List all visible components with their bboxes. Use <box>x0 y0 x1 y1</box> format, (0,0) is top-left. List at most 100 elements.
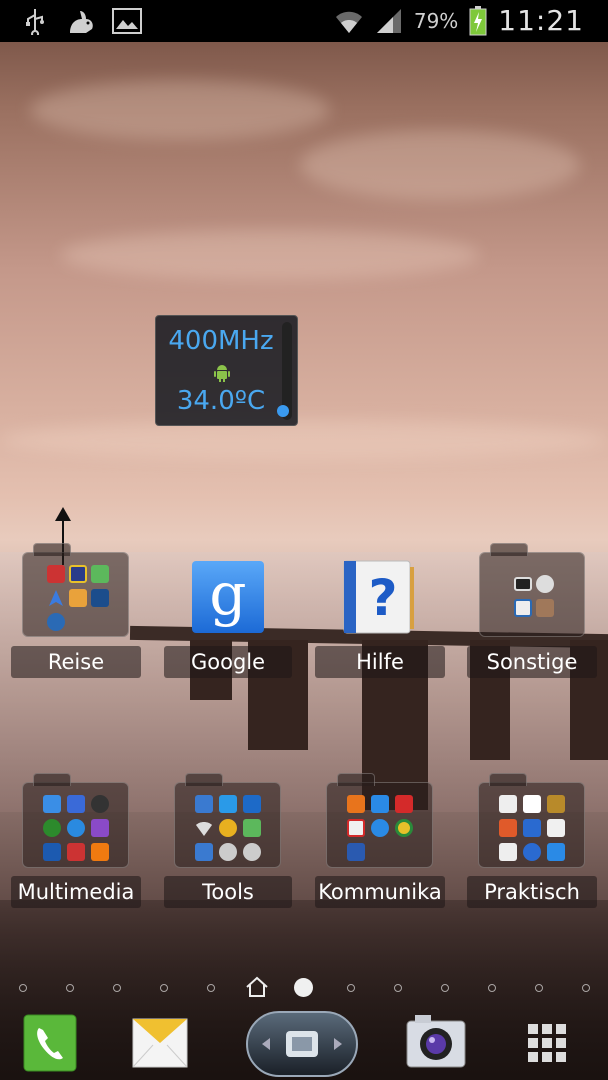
page-dot[interactable] <box>394 984 402 992</box>
app-icon <box>347 795 365 813</box>
battery-percent: 79% <box>413 8 459 33</box>
usb-icon <box>20 6 50 36</box>
phone-icon[interactable] <box>22 1013 78 1073</box>
wallpaper-cloud <box>300 130 580 200</box>
calendar-icon <box>547 819 565 837</box>
app-label-google: Google <box>164 646 292 678</box>
svg-text:?: ? <box>368 569 397 627</box>
debug-rabbit-icon <box>66 6 96 36</box>
earth-icon <box>47 613 65 631</box>
page-dot[interactable] <box>207 984 215 992</box>
app-icon <box>91 795 109 813</box>
page-indicator[interactable] <box>0 976 608 1000</box>
app-icon <box>43 795 61 813</box>
app-icon <box>43 843 61 861</box>
messaging-icon[interactable] <box>131 1013 189 1071</box>
app-icon <box>67 843 85 861</box>
wallpaper-cloud <box>0 420 608 460</box>
wifi-icon <box>195 819 213 837</box>
folder-praktisch[interactable] <box>478 773 585 868</box>
folder-sonstige[interactable] <box>479 543 585 637</box>
wallpaper <box>0 0 608 1080</box>
app-icon <box>523 819 541 837</box>
camera-icon[interactable] <box>405 1011 467 1073</box>
gallery-icon <box>112 6 142 36</box>
dock <box>0 1005 608 1080</box>
app-icon <box>67 819 85 837</box>
battery-charging-icon <box>468 5 488 36</box>
app-icon <box>547 795 565 813</box>
folder-tab <box>33 543 71 556</box>
app-icon <box>243 843 261 861</box>
app-icon <box>219 819 237 837</box>
gmail-icon <box>347 819 365 837</box>
folder-tools[interactable] <box>174 773 281 868</box>
page-dot[interactable] <box>582 984 590 992</box>
page-dot[interactable] <box>66 984 74 992</box>
folder-label-reise: Reise <box>11 646 141 678</box>
cpu-load-indicator <box>277 405 289 417</box>
wallpaper-cloud <box>30 80 330 140</box>
app-drawer-handle-icon[interactable] <box>246 1011 358 1077</box>
app-icon <box>91 843 109 861</box>
app-label-hilfe: Hilfe <box>315 646 445 678</box>
page-dot[interactable] <box>113 984 121 992</box>
app-icon <box>536 599 554 617</box>
folder-tab <box>489 773 527 786</box>
clock: 11:21 <box>498 4 584 37</box>
youtube-icon <box>395 795 413 813</box>
android-icon <box>214 365 230 382</box>
help-icon[interactable]: ? <box>342 559 416 635</box>
cpu-load-bar <box>277 322 292 420</box>
page-dot[interactable] <box>488 984 496 992</box>
app-icon <box>67 795 85 813</box>
voice-search-icon <box>523 843 541 861</box>
app-icon <box>514 599 532 617</box>
cpu-widget[interactable]: 400MHz 34.0ºC <box>155 315 298 426</box>
app-icon <box>195 795 213 813</box>
app-icon <box>536 575 554 593</box>
folder-label-sonstige: Sonstige <box>467 646 597 678</box>
folder-reise[interactable] <box>22 543 129 637</box>
page-dot[interactable] <box>160 984 168 992</box>
app-icon <box>219 795 237 813</box>
app-icon <box>219 843 237 861</box>
google-search-icon[interactable]: g <box>192 561 264 633</box>
app-icon <box>499 843 517 861</box>
app-icon <box>499 795 517 813</box>
page-dot[interactable] <box>535 984 543 992</box>
app-icon <box>547 843 565 861</box>
app-icon <box>69 565 87 583</box>
chrome-icon <box>395 819 413 837</box>
page-dot[interactable] <box>441 984 449 992</box>
play-icon <box>91 819 109 837</box>
places-icon <box>69 589 87 607</box>
wifi-icon <box>334 6 364 36</box>
folder-label-kommunikation: Kommunika <box>315 876 445 908</box>
folder-label-praktisch: Praktisch <box>467 876 597 908</box>
folder-label-tools: Tools <box>164 876 292 908</box>
folder-tab <box>185 773 223 786</box>
page-dot[interactable] <box>19 984 27 992</box>
home-icon[interactable] <box>245 976 269 998</box>
google-g-glyph: g <box>209 560 247 628</box>
app-icon <box>243 795 261 813</box>
navigation-icon <box>47 589 65 607</box>
folder-kommunikation[interactable] <box>326 773 433 868</box>
wallpaper-cloud <box>60 230 480 280</box>
maps-icon <box>91 565 109 583</box>
app-icon <box>47 565 65 583</box>
app-icon <box>499 819 517 837</box>
android-icon <box>243 819 261 837</box>
play-store-icon <box>523 795 541 813</box>
folder-label-multimedia: Multimedia <box>11 876 141 908</box>
apps-grid-icon[interactable] <box>527 1023 567 1063</box>
app-icon <box>514 577 532 591</box>
folder-multimedia[interactable] <box>22 773 129 868</box>
dropbox-icon <box>371 795 389 813</box>
cpu-frequency: 400MHz <box>168 326 274 356</box>
status-bar: 79% 11:21 <box>0 0 608 42</box>
page-dot-active[interactable] <box>294 978 313 997</box>
page-dot[interactable] <box>347 984 355 992</box>
app-icon <box>91 589 109 607</box>
